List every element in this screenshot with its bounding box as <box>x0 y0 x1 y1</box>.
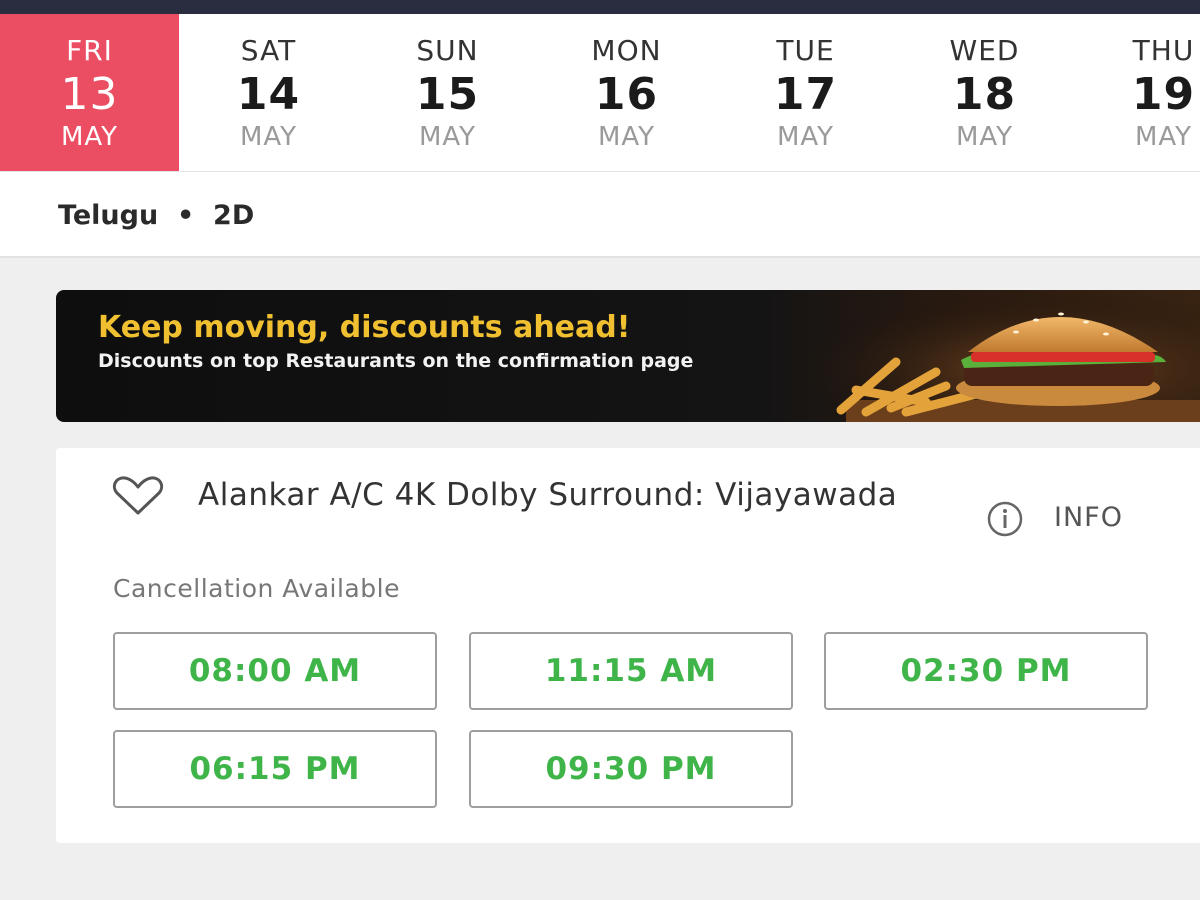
language-format-bar: Telugu • 2D <box>0 172 1200 258</box>
showtime-button[interactable]: 08:00 AM <box>113 632 437 710</box>
date-day: 15 <box>415 69 480 120</box>
date-day: 18 <box>952 69 1017 120</box>
date-selector: FRI 13 MAY SAT 14 MAY SUN 15 MAY MON 16 … <box>0 14 1200 172</box>
discount-banner[interactable]: Keep moving, discounts ahead! Discounts … <box>56 290 1200 422</box>
info-label: INFO <box>1054 502 1123 533</box>
showtime-button[interactable]: 09:30 PM <box>469 730 793 808</box>
date-item-tue-17[interactable]: TUE 17 MAY <box>716 14 895 171</box>
date-item-mon-16[interactable]: MON 16 MAY <box>537 14 716 171</box>
showtime-button[interactable]: 11:15 AM <box>469 632 793 710</box>
banner-title: Keep moving, discounts ahead! <box>98 310 631 345</box>
date-item-fri-13[interactable]: FRI 13 MAY <box>0 14 179 171</box>
date-weekday: FRI <box>66 34 113 67</box>
date-month: MAY <box>1134 122 1193 152</box>
date-item-thu-19[interactable]: THU 19 MAY <box>1074 14 1200 171</box>
language-format-label[interactable]: Telugu • 2D <box>58 200 254 231</box>
date-month: MAY <box>418 122 477 152</box>
showtime-button[interactable]: 06:15 PM <box>113 730 437 808</box>
date-item-sat-14[interactable]: SAT 14 MAY <box>179 14 358 171</box>
cinema-card: Alankar A/C 4K Dolby Surround: Vijayawad… <box>56 448 1200 843</box>
date-weekday: THU <box>1132 34 1195 67</box>
date-weekday: TUE <box>776 34 835 67</box>
date-day: 13 <box>60 69 119 120</box>
date-weekday: SUN <box>416 34 479 67</box>
date-day: 16 <box>594 69 659 120</box>
top-status-bar <box>0 0 1200 14</box>
date-month: MAY <box>60 122 119 152</box>
date-month: MAY <box>776 122 835 152</box>
date-month: MAY <box>955 122 1014 152</box>
date-item-sun-15[interactable]: SUN 15 MAY <box>358 14 537 171</box>
date-day: 14 <box>236 69 301 120</box>
showtime-button[interactable]: 02:30 PM <box>824 632 1148 710</box>
date-weekday: WED <box>949 34 1020 67</box>
date-weekday: SAT <box>240 34 297 67</box>
date-month: MAY <box>239 122 298 152</box>
burger-fries-image <box>786 290 1200 422</box>
info-circle-icon <box>987 501 1023 537</box>
date-day: 19 <box>1131 69 1196 120</box>
cinema-name[interactable]: Alankar A/C 4K Dolby Surround: Vijayawad… <box>198 472 958 518</box>
date-day: 17 <box>773 69 838 120</box>
cancellation-status: Cancellation Available <box>113 574 400 603</box>
date-month: MAY <box>597 122 656 152</box>
date-item-wed-18[interactable]: WED 18 MAY <box>895 14 1074 171</box>
heart-outline-icon[interactable] <box>112 476 164 516</box>
banner-subtitle: Discounts on top Restaurants on the conf… <box>98 350 694 372</box>
date-weekday: MON <box>591 34 662 67</box>
